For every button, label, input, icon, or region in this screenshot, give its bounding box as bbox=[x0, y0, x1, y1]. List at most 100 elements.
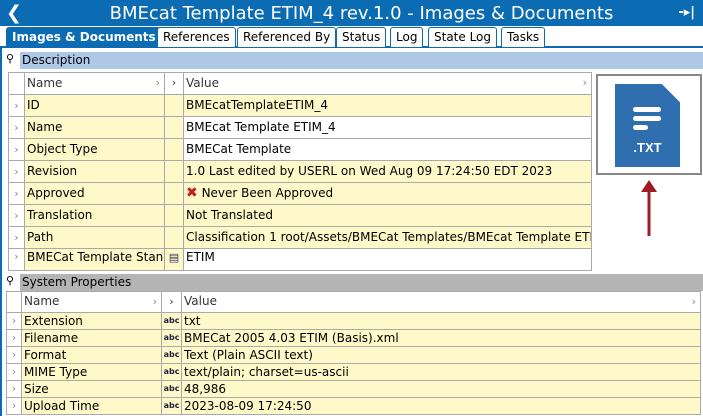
tab-referenced-by[interactable]: Referenced By bbox=[237, 27, 337, 47]
table-row[interactable]: › ID BMEcatTemplateETIM_4 bbox=[9, 95, 592, 117]
name-column-header[interactable]: Name › bbox=[25, 73, 165, 94]
property-name: Extension bbox=[22, 313, 162, 329]
property-name: Upload Time bbox=[22, 398, 162, 414]
property-value[interactable]: ETIM bbox=[184, 249, 592, 270]
property-name: Translation bbox=[25, 205, 165, 226]
property-name: Name bbox=[25, 117, 165, 138]
document-preview[interactable]: .TXT bbox=[596, 74, 702, 175]
left-edge bbox=[0, 48, 2, 416]
property-value[interactable]: 48,986 bbox=[182, 381, 701, 397]
cell-value: BMECat Template bbox=[186, 142, 292, 156]
cell-value: Not Translated bbox=[186, 208, 273, 222]
tab-tasks[interactable]: Tasks bbox=[501, 27, 546, 47]
property-value[interactable]: BMEcatTemplateETIM_4 bbox=[184, 95, 592, 116]
property-name: Size bbox=[22, 381, 162, 397]
table-row[interactable]: › Filename abc BMECat 2005 4.03 ETIM (Basis… bbox=[7, 330, 701, 347]
property-value[interactable]: 1.0 Last edited by USERL on Wed Aug 09 1… bbox=[184, 161, 592, 182]
tab-log[interactable]: Log bbox=[390, 27, 424, 47]
property-name: ID bbox=[25, 95, 165, 116]
expand-arrow-icon[interactable]: › bbox=[7, 398, 22, 414]
property-name: Format bbox=[22, 347, 162, 363]
description-section-header[interactable]: ⚲ Description bbox=[0, 52, 703, 69]
table-row[interactable]: › MIME Type abc text/plain; charset=us-asci… bbox=[7, 364, 701, 381]
property-value[interactable]: 2023-08-09 17:24:50 bbox=[182, 398, 701, 414]
expand-arrow-icon[interactable]: › bbox=[7, 330, 22, 346]
cell-value: BMEcat Template ETIM_4 bbox=[186, 120, 336, 134]
expand-arrow-icon[interactable]: › bbox=[9, 139, 25, 160]
table-row[interactable]: › Upload Time abc 2023-08-09 17:24:50 bbox=[7, 398, 701, 415]
description-grid: Name › › Value › › ID BMEcatTemplateETIM_4 › N… bbox=[8, 72, 592, 271]
cell-value: 1.0 Last edited by USERL on Wed Aug 09 1… bbox=[186, 164, 553, 178]
tab-status[interactable]: Status bbox=[336, 27, 387, 47]
table-row[interactable]: › Format abc Text (Plain ASCII text) bbox=[7, 347, 701, 364]
tab-images-documents[interactable]: Images & Documents bbox=[6, 27, 162, 47]
property-name: Approved bbox=[25, 183, 165, 204]
red-arrow-up-icon bbox=[641, 180, 657, 236]
cell-value: ETIM bbox=[186, 250, 215, 264]
system-properties-grid: Name › › Value › › Extension abc txt › Filename… bbox=[6, 291, 701, 415]
expand-arrow-icon[interactable]: › bbox=[9, 205, 25, 226]
list-editor-icon[interactable]: ▤ bbox=[169, 251, 179, 264]
expand-arrow-icon[interactable]: › bbox=[9, 227, 25, 248]
property-value[interactable]: txt bbox=[182, 313, 701, 329]
table-row[interactable]: › Path Classification 1 root/Assets/BMECat… bbox=[9, 227, 592, 249]
property-name: Filename bbox=[22, 330, 162, 346]
text-type-icon: abc bbox=[162, 381, 182, 397]
tab-state-log[interactable]: State Log bbox=[428, 27, 498, 47]
txt-file-icon: .TXT bbox=[615, 84, 680, 167]
file-extension-label: .TXT bbox=[633, 140, 662, 155]
property-value[interactable]: Not Translated bbox=[184, 205, 592, 226]
text-type-icon: abc bbox=[162, 398, 182, 414]
table-row[interactable]: › BMECat Template Standa ▤ ETIM bbox=[9, 249, 592, 271]
pin-icon[interactable]: -▸| bbox=[678, 5, 695, 20]
expand-arrow-icon[interactable]: › bbox=[9, 95, 25, 116]
table-row[interactable]: › Object Type BMECat Template bbox=[9, 139, 592, 161]
table-row[interactable]: › Size abc 48,986 bbox=[7, 381, 701, 398]
expand-arrow-icon[interactable]: › bbox=[7, 381, 22, 397]
property-value[interactable]: ✖ Never Been Approved bbox=[184, 183, 592, 204]
cell-value: Classification 1 root/Assets/BMECat Temp… bbox=[186, 230, 592, 244]
property-value[interactable]: BMECat Template bbox=[184, 139, 592, 160]
property-value[interactable]: Classification 1 root/Assets/BMECat Temp… bbox=[184, 227, 592, 248]
text-type-icon: abc bbox=[162, 347, 182, 363]
name-column-header[interactable]: Name › bbox=[22, 292, 162, 312]
cell-value: Never Been Approved bbox=[201, 186, 334, 200]
table-row[interactable]: › Extension abc txt bbox=[7, 313, 701, 330]
table-row[interactable]: › Name BMEcat Template ETIM_4 bbox=[9, 117, 592, 139]
property-value[interactable]: text/plain; charset=us-ascii bbox=[182, 364, 701, 380]
tab-references[interactable]: References bbox=[157, 27, 236, 47]
expand-arrow-icon[interactable]: › bbox=[7, 313, 22, 329]
window-title: BMEcat Template ETIM_4 rev.1.0 - Images … bbox=[109, 3, 614, 24]
pin-icon[interactable]: ⚲ bbox=[6, 52, 14, 65]
text-type-icon: abc bbox=[162, 313, 182, 329]
table-row[interactable]: › Revision 1.0 Last edited by USERL on Wed… bbox=[9, 161, 592, 183]
property-value[interactable]: BMEcat Template ETIM_4 bbox=[184, 117, 592, 138]
text-type-icon: abc bbox=[162, 364, 182, 380]
system-properties-section-header[interactable]: ⚲ System Properties bbox=[0, 274, 703, 291]
property-name: Object Type bbox=[25, 139, 165, 160]
property-name: Path bbox=[25, 227, 165, 248]
section-label: Description bbox=[22, 53, 91, 67]
text-type-icon: abc bbox=[162, 330, 182, 346]
value-column-header[interactable]: Value › bbox=[182, 292, 701, 312]
title-bar: ❮ BMEcat Template ETIM_4 rev.1.0 - Image… bbox=[0, 0, 703, 27]
pin-icon[interactable]: ⚲ bbox=[6, 274, 14, 287]
property-name: MIME Type bbox=[22, 364, 162, 380]
expand-arrow-icon[interactable]: › bbox=[7, 364, 22, 380]
expand-arrow-icon[interactable]: › bbox=[9, 117, 25, 138]
property-value[interactable]: Text (Plain ASCII text) bbox=[182, 347, 701, 363]
property-value[interactable]: BMECat 2005 4.03 ETIM (Basis).xml bbox=[182, 330, 701, 346]
expand-arrow-icon[interactable]: › bbox=[7, 347, 22, 363]
value-column-header[interactable]: Value › bbox=[184, 73, 592, 94]
table-row[interactable]: › Translation Not Translated bbox=[9, 205, 592, 227]
property-name: Revision bbox=[25, 161, 165, 182]
expand-arrow-icon[interactable]: › bbox=[9, 161, 25, 182]
expand-arrow-icon[interactable]: › bbox=[9, 249, 25, 270]
cell-value: BMEcatTemplateETIM_4 bbox=[186, 98, 329, 112]
expand-arrow-icon[interactable]: › bbox=[9, 183, 25, 204]
table-row[interactable]: › Approved ✖ Never Been Approved bbox=[9, 183, 592, 205]
section-label: System Properties bbox=[22, 275, 132, 289]
not-approved-x-icon: ✖ bbox=[186, 185, 198, 201]
tab-bar: Images & Documents References Referenced… bbox=[0, 26, 703, 48]
property-name: BMECat Template Standa bbox=[25, 249, 165, 270]
